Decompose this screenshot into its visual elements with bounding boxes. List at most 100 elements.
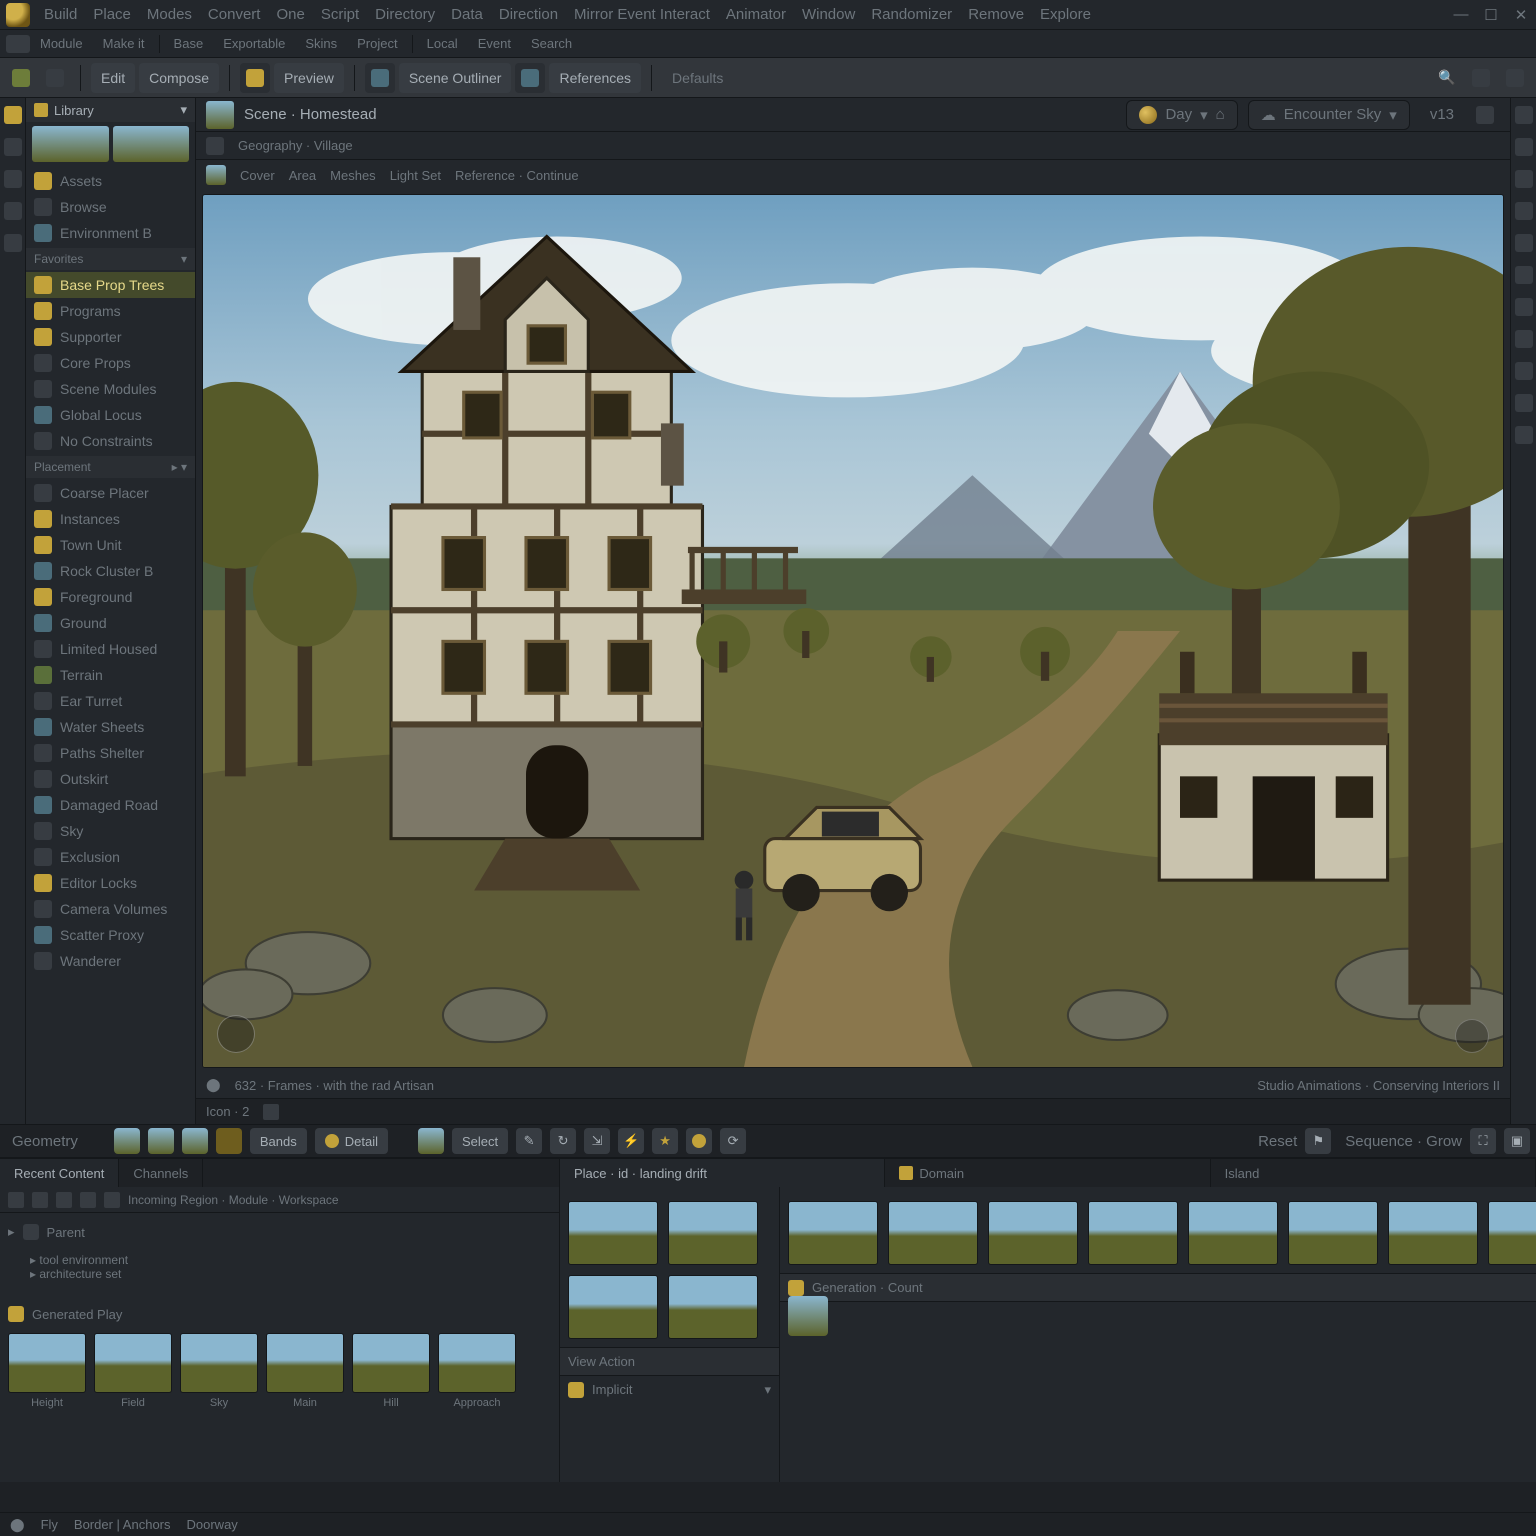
rail-layers-icon[interactable] xyxy=(1515,170,1533,188)
sec-item[interactable]: Search xyxy=(521,36,582,51)
asset-thumb[interactable]: Height xyxy=(8,1333,86,1409)
sidebar-item[interactable]: Base Prop Trees xyxy=(26,272,195,298)
menu-item[interactable]: Data xyxy=(443,6,491,23)
sidebar-item[interactable]: Damaged Road xyxy=(26,792,195,818)
crumb[interactable]: Area xyxy=(289,168,316,183)
sidebar-item[interactable]: Limited Housed xyxy=(26,636,195,662)
menu-item[interactable]: Randomizer xyxy=(863,6,960,23)
sidebar-item[interactable]: Rock Cluster B xyxy=(26,558,195,584)
sidebar-item[interactable]: Foreground xyxy=(26,584,195,610)
tab-island[interactable]: Island xyxy=(1211,1159,1536,1187)
sidebar-item[interactable]: Camera Volumes xyxy=(26,896,195,922)
sidebar-item[interactable]: Water Sheets xyxy=(26,714,195,740)
undo-icon[interactable] xyxy=(40,63,70,93)
detail-chip[interactable]: Detail xyxy=(315,1128,388,1154)
tool-icon[interactable]: ⟳ xyxy=(720,1128,746,1154)
nav-gizmo-icon[interactable] xyxy=(217,1015,255,1053)
sidebar-item[interactable]: Browse xyxy=(26,194,195,220)
rail-help-icon[interactable] xyxy=(1515,202,1533,220)
tab-preview[interactable]: Preview xyxy=(274,63,344,93)
rail-library-icon[interactable] xyxy=(4,106,22,124)
sidebar-item[interactable]: Instances xyxy=(26,506,195,532)
tab-outliner[interactable]: Scene Outliner xyxy=(399,63,512,93)
sidebar-item[interactable]: Sky xyxy=(26,818,195,844)
sec-item[interactable]: Base xyxy=(164,36,214,51)
rail-inspector-icon[interactable] xyxy=(1515,106,1533,124)
tool-icon[interactable]: ⚡ xyxy=(618,1128,644,1154)
crumb[interactable]: Reference · Continue xyxy=(455,168,579,183)
tool-chip[interactable] xyxy=(418,1128,444,1154)
sidebar-item[interactable]: Editor Locks xyxy=(26,870,195,896)
menu-item[interactable]: Modes xyxy=(139,6,200,23)
sec-item[interactable]: Local xyxy=(417,36,468,51)
bands-chip[interactable]: Bands xyxy=(250,1128,307,1154)
rail-plugin-icon[interactable] xyxy=(1515,234,1533,252)
tab-compose[interactable]: Compose xyxy=(139,63,219,93)
sidebar-item[interactable]: Outskirt xyxy=(26,766,195,792)
sec-item[interactable]: Skins xyxy=(295,36,347,51)
tab-domain[interactable]: Domain xyxy=(885,1159,1210,1187)
menu-item[interactable]: Remove xyxy=(960,6,1032,23)
panel-toggle-icon[interactable] xyxy=(1500,63,1530,93)
crumb[interactable]: Light Set xyxy=(390,168,441,183)
settings-icon[interactable] xyxy=(1466,63,1496,93)
asset-thumb[interactable] xyxy=(1188,1201,1278,1265)
crumb[interactable]: Cover xyxy=(240,168,275,183)
chevron-icon[interactable]: ▸ xyxy=(8,1224,15,1240)
tab-references[interactable]: References xyxy=(549,63,641,93)
grid-icon[interactable] xyxy=(365,63,395,93)
asset-thumb[interactable]: Hill xyxy=(352,1333,430,1409)
tab-channels[interactable]: Channels xyxy=(119,1159,203,1187)
rail-paint-icon[interactable] xyxy=(4,170,22,188)
search-icon[interactable]: 🔍 xyxy=(1432,63,1462,93)
menu-item[interactable]: Explore xyxy=(1032,6,1099,23)
tool-icon[interactable]: ✎ xyxy=(516,1128,542,1154)
asset-thumb[interactable] xyxy=(568,1275,658,1339)
sec-item[interactable]: Exportable xyxy=(213,36,295,51)
sidebar-item[interactable]: Paths Shelter xyxy=(26,740,195,766)
lighting-pill[interactable]: Day ▾ ⌂ xyxy=(1126,100,1237,130)
asset-thumb[interactable] xyxy=(988,1201,1078,1265)
asset-thumb[interactable] xyxy=(668,1275,758,1339)
asset-thumb[interactable] xyxy=(1088,1201,1178,1265)
flag-icon[interactable]: ⚑ xyxy=(1305,1128,1331,1154)
tab-place[interactable]: Place · id · landing drift xyxy=(560,1159,885,1187)
chevron-down-icon[interactable]: ▾ xyxy=(180,102,187,118)
sec-item[interactable]: Module xyxy=(30,36,93,51)
menu-item[interactable]: Direction xyxy=(491,6,566,23)
asset-thumb[interactable] xyxy=(888,1201,978,1265)
asset-thumb[interactable] xyxy=(1488,1201,1536,1265)
menu-item[interactable]: Animator xyxy=(718,6,794,23)
layout-icon[interactable] xyxy=(240,63,270,93)
sidebar-item[interactable]: Exclusion xyxy=(26,844,195,870)
crumb[interactable]: Meshes xyxy=(330,168,376,183)
list-icon[interactable] xyxy=(32,1192,48,1208)
sidebar-item[interactable]: Global Locus xyxy=(26,402,195,428)
rail-plugin-icon[interactable] xyxy=(1515,330,1533,348)
rail-light-icon[interactable] xyxy=(4,234,22,252)
filter-icon[interactable] xyxy=(104,1192,120,1208)
asset-thumb[interactable]: Field xyxy=(94,1333,172,1409)
asset-thumb[interactable] xyxy=(1388,1201,1478,1265)
asset-thumb[interactable] xyxy=(668,1201,758,1265)
sidebar-thumb[interactable] xyxy=(113,126,190,162)
filter-icon[interactable] xyxy=(80,1192,96,1208)
menu-item[interactable]: Place xyxy=(85,6,139,23)
minimize-icon[interactable]: — xyxy=(1446,6,1476,23)
sidebar-item[interactable]: Assets xyxy=(26,168,195,194)
close-icon[interactable]: ▣ xyxy=(1504,1128,1530,1154)
gear-icon[interactable] xyxy=(1470,100,1500,130)
asset-thumb[interactable]: Sky xyxy=(180,1333,258,1409)
rail-plugin-icon[interactable] xyxy=(1515,298,1533,316)
menu-item[interactable]: Mirror Event Interact xyxy=(566,6,718,23)
save-icon[interactable] xyxy=(6,63,36,93)
tool-icon[interactable] xyxy=(686,1128,712,1154)
menu-item[interactable]: Directory xyxy=(367,6,443,23)
tab-recent[interactable]: Recent Content xyxy=(0,1159,119,1187)
sidebar-item[interactable]: Scene Modules xyxy=(26,376,195,402)
reset-label[interactable]: Reset xyxy=(1258,1133,1297,1150)
rail-plugin-icon[interactable] xyxy=(1515,394,1533,412)
sidebar-item[interactable]: Ear Turret xyxy=(26,688,195,714)
sidebar-section[interactable]: Favorites▾ xyxy=(26,248,195,270)
asset-thumb[interactable] xyxy=(568,1201,658,1265)
